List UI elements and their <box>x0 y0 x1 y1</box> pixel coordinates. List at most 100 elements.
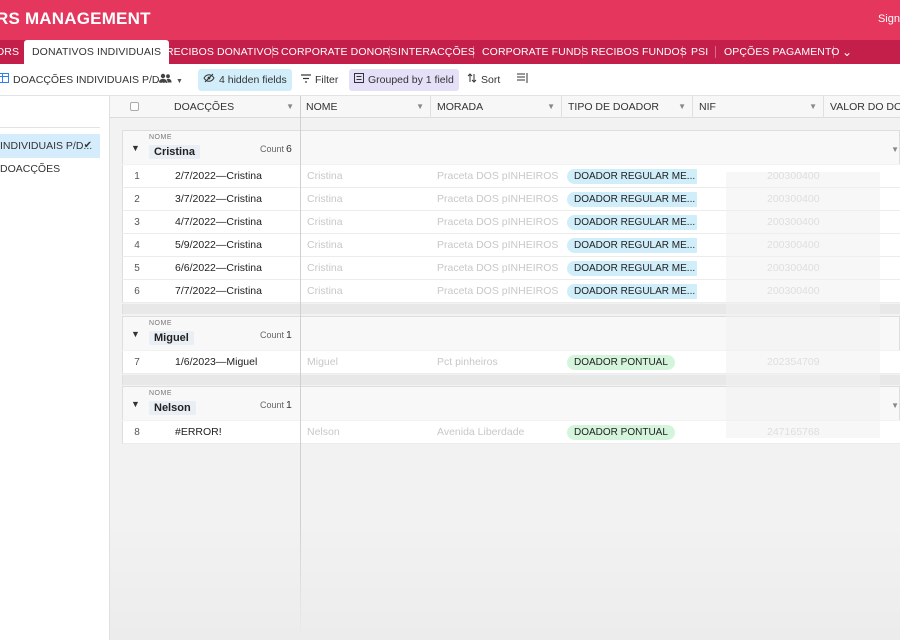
cell-nome[interactable]: Cristina <box>307 280 427 303</box>
sidebar-divider <box>0 127 100 128</box>
table-row[interactable]: 8 #ERROR! Nelson Avenida Liberdade DOADO… <box>122 421 900 444</box>
tab-opcoes-pagamento[interactable]: OPÇÕES PAGAMENTO <box>724 40 840 64</box>
group-header[interactable]: ▼ NOME Miguel Count 1 <box>122 316 900 350</box>
table-row[interactable]: 6 7/7/2022—Cristina Cristina Praceta DOS… <box>122 280 900 303</box>
group-header[interactable]: ▼ NOME Nelson Count 1 ▼ <box>122 386 900 420</box>
cell-tipo-de-doador[interactable]: DOADOR REGULAR ME... <box>567 165 697 188</box>
tab-corporate-donors[interactable]: CORPORATE DONORS <box>281 40 397 64</box>
cell-morada[interactable]: Praceta DOS pINHEIROS ... <box>437 234 562 257</box>
group-header[interactable]: ▼ NOME Cristina Count 6 ▼ <box>122 130 900 164</box>
frozen-column-divider[interactable] <box>300 96 301 640</box>
column-morada[interactable]: MORADA ▼ <box>431 96 562 118</box>
cell-nif[interactable]: 200300400 <box>767 234 857 257</box>
count-value: 6 <box>286 143 292 155</box>
chevron-down-icon: ▼ <box>547 102 555 111</box>
column-doaccoes[interactable]: DOACÇÕES ▼ <box>168 96 300 118</box>
cell-nome[interactable]: Nelson <box>307 421 427 444</box>
table-row[interactable]: 1 2/7/2022—Cristina Cristina Praceta DOS… <box>122 165 900 188</box>
chevron-down-icon[interactable]: ▼ <box>891 401 899 410</box>
chevron-down-icon: ▼ <box>678 102 686 111</box>
more-tabs-chevron-icon[interactable]: ⌄ <box>840 40 854 64</box>
cell-doaccao[interactable]: 7/7/2022—Cristina <box>175 280 301 303</box>
tab-donors[interactable]: ORS <box>0 40 19 64</box>
table-row[interactable]: 4 5/9/2022—Cristina Cristina Praceta DOS… <box>122 234 900 257</box>
cell-tipo-de-doador[interactable]: DOADOR PONTUAL <box>567 421 697 444</box>
filter-button[interactable]: Filter <box>296 69 343 91</box>
table-row[interactable]: 5 6/6/2022—Cristina Cristina Praceta DOS… <box>122 257 900 280</box>
table-row[interactable]: 3 4/7/2022—Cristina Cristina Praceta DOS… <box>122 211 900 234</box>
cell-morada[interactable]: Avenida Liberdade <box>437 421 562 444</box>
cell-nif[interactable]: 200300400 <box>767 211 857 234</box>
cell-tipo-de-doador[interactable]: DOADOR REGULAR ME... <box>567 211 697 234</box>
tab-recibos-fundos[interactable]: RECIBOS FUNDOS <box>591 40 687 64</box>
cell-morada[interactable]: Praceta DOS pINHEIROS ... <box>437 211 562 234</box>
group-button[interactable]: Grouped by 1 field <box>349 69 459 91</box>
collapse-caret-icon[interactable]: ▼ <box>131 143 140 153</box>
cell-nome[interactable]: Cristina <box>307 234 427 257</box>
cell-nif[interactable]: 200300400 <box>767 188 857 211</box>
tab-recibos-donativos[interactable]: RECIBOS DONATIVOS <box>166 40 279 64</box>
chevron-down-icon: ▼ <box>809 102 817 111</box>
cell-doaccao[interactable]: 5/9/2022—Cristina <box>175 234 301 257</box>
column-nome[interactable]: NOME ▼ <box>300 96 431 118</box>
tab-donativos-individuais[interactable]: DONATIVOS INDIVIDUAIS <box>24 40 170 64</box>
sort-icon <box>467 69 477 91</box>
cell-morada[interactable]: Pct pinheiros <box>437 351 562 374</box>
cell-doaccao[interactable]: 4/7/2022—Cristina <box>175 211 301 234</box>
donor-type-pill: DOADOR REGULAR ME... <box>567 192 697 207</box>
table-row[interactable]: 2 3/7/2022—Cristina Cristina Praceta DOS… <box>122 188 900 211</box>
cell-morada[interactable]: Praceta DOS pINHEIROS ... <box>437 188 562 211</box>
cell-nif[interactable]: 247165768 <box>767 421 857 444</box>
tab-psi[interactable]: PSI <box>691 40 708 64</box>
cell-tipo-de-doador[interactable]: DOADOR REGULAR ME... <box>567 234 697 257</box>
cell-nif[interactable]: 200300400 <box>767 280 857 303</box>
collaborators-button[interactable]: ▼ <box>154 69 188 91</box>
cell-doaccao[interactable]: #ERROR! <box>175 421 301 444</box>
column-headers: DOACÇÕES ▼ NOME ▼ MORADA ▼ TIPO DE DOADOR ▼ … <box>110 96 900 118</box>
cell-tipo-de-doador[interactable]: DOADOR REGULAR ME... <box>567 280 697 303</box>
cell-doaccao[interactable]: 2/7/2022—Cristina <box>175 165 301 188</box>
table-row[interactable]: 7 1/6/2023—Miguel Miguel Pct pinheiros D… <box>122 351 900 374</box>
collapse-caret-icon[interactable]: ▼ <box>131 399 140 409</box>
cell-morada[interactable]: Praceta DOS pINHEIROS ... <box>437 257 562 280</box>
cell-doaccao[interactable]: 1/6/2023—Miguel <box>175 351 301 374</box>
tab-separator <box>833 46 834 58</box>
select-all-checkbox[interactable] <box>130 102 139 111</box>
sidebar-view-individuais[interactable]: INDIVIDUAIS P/D... ✔ <box>0 134 100 158</box>
hidden-fields-button[interactable]: 4 hidden fields <box>198 69 292 91</box>
cell-morada[interactable]: Praceta DOS pINHEIROS ... <box>437 280 562 303</box>
people-icon <box>159 69 172 91</box>
sort-button[interactable]: Sort <box>462 69 505 91</box>
tab-corporate-funds[interactable]: CORPORATE FUNDS <box>482 40 588 64</box>
chevron-down-icon[interactable]: ▼ <box>891 145 899 154</box>
tab-interaccoes[interactable]: INTERACÇÕES <box>398 40 475 64</box>
collapse-caret-icon[interactable]: ▼ <box>131 329 140 339</box>
record-group-miguel: ▼ NOME Miguel Count 1 7 1/6/2023—Miguel M… <box>122 316 900 386</box>
cell-doaccao[interactable]: 6/6/2022—Cristina <box>175 257 301 280</box>
cell-nif[interactable]: 202354709 <box>767 351 857 374</box>
column-valor-do-donativo[interactable]: VALOR DO DONA <box>824 96 900 118</box>
cell-morada[interactable]: Praceta DOS pINHEIROS ... <box>437 165 562 188</box>
column-nif[interactable]: NIF ▼ <box>693 96 824 118</box>
sidebar-view-doaccoes[interactable]: DOACÇÕES <box>0 157 100 181</box>
cell-nome[interactable]: Cristina <box>307 165 427 188</box>
cell-tipo-de-doador[interactable]: DOADOR REGULAR ME... <box>567 188 697 211</box>
cell-tipo-de-doador[interactable]: DOADOR PONTUAL <box>567 351 697 374</box>
view-name: DOACÇÕES INDIVIDUAIS P/D... <box>13 74 169 86</box>
cell-nome[interactable]: Miguel <box>307 351 427 374</box>
cell-nif[interactable]: 200300400 <box>767 257 857 280</box>
column-tipo-de-doador[interactable]: TIPO DE DOADOR ▼ <box>562 96 693 118</box>
sign-in-link[interactable]: Sign <box>878 13 900 25</box>
row-height-button[interactable] <box>512 69 537 91</box>
cell-nome[interactable]: Cristina <box>307 188 427 211</box>
cell-nif[interactable]: 200300400 <box>767 165 857 188</box>
donor-type-pill: DOADOR PONTUAL <box>567 425 675 440</box>
donor-type-pill: DOADOR REGULAR ME... <box>567 261 697 276</box>
cell-nome[interactable]: Cristina <box>307 211 427 234</box>
tab-separator <box>389 46 390 58</box>
view-switcher[interactable]: DOACÇÕES INDIVIDUAIS P/D... <box>0 69 173 91</box>
views-sidebar: INDIVIDUAIS P/D... ✔ DOACÇÕES <box>0 96 110 640</box>
cell-tipo-de-doador[interactable]: DOADOR REGULAR ME... <box>567 257 697 280</box>
cell-nome[interactable]: Cristina <box>307 257 427 280</box>
cell-doaccao[interactable]: 3/7/2022—Cristina <box>175 188 301 211</box>
